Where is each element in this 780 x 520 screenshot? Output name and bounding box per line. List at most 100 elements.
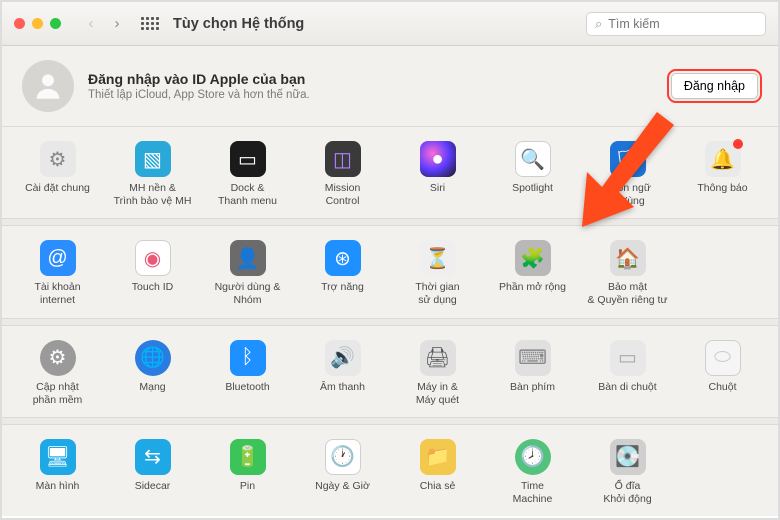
pane-dock[interactable]: ▭ Dock & Thanh menu [200,137,295,212]
sound-icon: 🔊 [325,340,361,376]
search-icon: ⌕ [595,16,602,32]
toolbar: ‹ › Tùy chọn Hệ thống ⌕ [2,2,778,46]
pane-bluetooth[interactable]: ᛒ Bluetooth [200,336,295,411]
pane-label: Ngày & Giờ [315,480,370,506]
screentime-icon: ⏳ [420,240,456,276]
pane-label: Time Machine [513,480,553,506]
pane-printers[interactable]: 🖨 Máy in & Máy quét [390,336,485,411]
pane-users[interactable]: 👤 Người dùng & Nhóm [200,236,295,311]
search-field[interactable]: ⌕ [586,12,766,36]
internet-icon: @ [40,240,76,276]
window-controls [14,18,61,29]
show-all-icon[interactable] [141,17,159,30]
sidecar-icon: ⇆ [135,439,171,475]
close-icon[interactable] [14,18,25,29]
pane-internet[interactable]: @ Tài khoản internet [10,236,105,311]
pane-label: Dock & Thanh menu [218,182,277,208]
minimize-icon[interactable] [32,18,43,29]
extensions-icon: 🧩 [515,240,551,276]
pane-label: Chuột [708,381,736,407]
pane-label: Mission Control [325,182,361,208]
pane-label: Bàn phím [510,381,555,407]
pane-spotlight[interactable]: 🔍 Spotlight [485,137,580,212]
pane-battery[interactable]: 🔋Pin [200,435,295,510]
pane-mission[interactable]: ◫Mission Control [295,137,390,212]
nav-buttons: ‹ › [81,14,127,34]
pane-label: Phần mở rộng [499,281,566,307]
pane-screentime[interactable]: ⏳ Thời gian sử dụng [390,236,485,311]
search-input[interactable] [608,17,769,31]
pane-label: Spotlight [512,182,553,208]
accessibility-icon: ⊛ [325,240,361,276]
datetime-icon: 🕐 [325,439,361,475]
zoom-icon[interactable] [50,18,61,29]
pane-label: Máy in & Máy quét [416,381,459,407]
pane-label: Chia sẻ [420,480,456,506]
pane-label: MH nền & Trình bảo vệ MH [114,182,192,208]
pane-extensions[interactable]: 🧩 Phần mở rộng [485,236,580,311]
pane-label: Thông báo [697,182,747,208]
preference-panes: ⚙Cài đặt chung ▧ MH nền & Trình bảo vệ MH ▭… [2,127,778,516]
notifications-icon: 🔔 [705,141,741,177]
pane-label: Ổ đĩa Khởi động [603,480,651,506]
bluetooth-icon: ᛒ [230,340,266,376]
language-icon: 🏳 [610,141,646,177]
pane-datetime[interactable]: 🕐 Ngày & Giờ [295,435,390,510]
pane-touchid[interactable]: ◉ Touch ID [105,236,200,311]
pane-trackpad[interactable]: ▭ Bàn di chuột [580,336,675,411]
desktop-icon: ▧ [135,141,171,177]
pane-label: Người dùng & Nhóm [215,281,281,307]
signin-button[interactable]: Đăng nhập [671,73,758,99]
pane-label: Touch ID [132,281,173,307]
startup-icon: 💽 [610,439,646,475]
pane-keyboard[interactable]: ⌨Bàn phím [485,336,580,411]
pane-general[interactable]: ⚙Cài đặt chung [10,137,105,212]
pane-sound[interactable]: 🔊 Âm thanh [295,336,390,411]
network-icon: 🌐 [135,340,171,376]
trackpad-icon: ▭ [610,340,646,376]
pane-siri[interactable]: ● Siri [390,137,485,212]
pane-label: Mạng [139,381,165,407]
avatar-icon [22,60,74,112]
dock-icon: ▭ [230,141,266,177]
pane-network[interactable]: 🌐 Mạng [105,336,200,411]
pane-label: Ngôn ngữ & Vùng [604,182,651,208]
pane-mouse[interactable]: ⬭Chuột [675,336,770,411]
sharing-icon: 📁 [420,439,456,475]
touchid-icon: ◉ [135,240,171,276]
spotlight-icon: 🔍 [515,141,551,177]
forward-button[interactable]: › [107,14,127,34]
signin-heading: Đăng nhập vào ID Apple của bạn [88,71,310,87]
back-button[interactable]: ‹ [81,14,101,34]
pane-label: Màn hình [36,480,80,506]
timemachine-icon: 🕗 [515,439,551,475]
pane-sidecar[interactable]: ⇆Sidecar [105,435,200,510]
pane-sharing[interactable]: 📁 Chia sẻ [390,435,485,510]
pane-startup[interactable]: 💽 Ổ đĩa Khởi động [580,435,675,510]
pane-language[interactable]: 🏳 Ngôn ngữ & Vùng [580,137,675,212]
pane-label: Tài khoản internet [34,281,80,307]
pane-label: Thời gian sử dụng [415,281,459,307]
pane-label: Âm thanh [320,381,365,407]
displays-icon: 🖥 [40,439,76,475]
pane-label: Siri [430,182,445,208]
pane-displays[interactable]: 🖥 Màn hình [10,435,105,510]
pane-label: Bảo mật & Quyền riêng tư [588,281,668,307]
apple-id-banner: Đăng nhập vào ID Apple của bạn Thiết lập… [2,46,778,127]
users-icon: 👤 [230,240,266,276]
pane-accessibility[interactable]: ⊛Trợ năng [295,236,390,311]
pane-label: Bàn di chuột [598,381,656,407]
general-icon: ⚙ [40,141,76,177]
printers-icon: 🖨 [420,340,456,376]
pane-update[interactable]: ⚙Cập nhật phần mềm [10,336,105,411]
pane-notifications[interactable]: 🔔 Thông báo [675,137,770,212]
pane-timemachine[interactable]: 🕗 Time Machine [485,435,580,510]
signin-subtext: Thiết lập iCloud, App Store và hơn thế n… [88,89,310,101]
pane-security[interactable]: 🏠Bảo mật & Quyền riêng tư [580,236,675,311]
siri-icon: ● [420,141,456,177]
pane-label: Bluetooth [225,381,269,407]
badge-icon [733,139,743,149]
battery-icon: 🔋 [230,439,266,475]
pane-label: Cập nhật phần mềm [33,381,83,407]
pane-desktop[interactable]: ▧ MH nền & Trình bảo vệ MH [105,137,200,212]
